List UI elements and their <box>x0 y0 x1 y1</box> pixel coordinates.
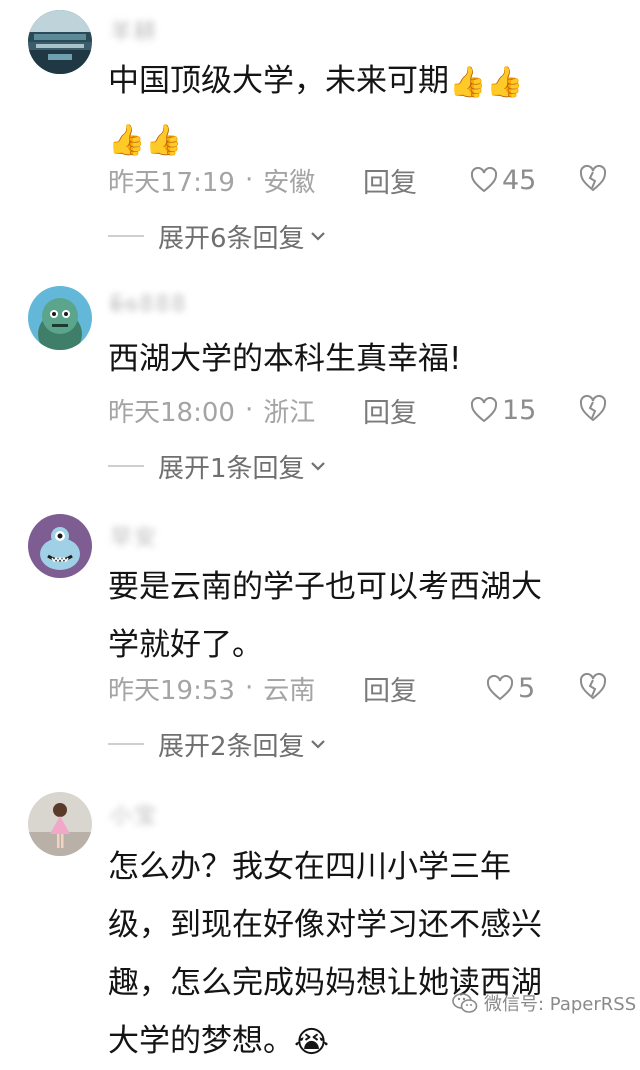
avatar[interactable] <box>28 10 92 74</box>
like-button[interactable]: 45 <box>470 165 536 196</box>
chevron-down-icon <box>310 462 325 471</box>
comment-meta: 昨天19:53 · 云南 回复 5 <box>108 668 608 708</box>
comment-text-line: 要是云南的学子也可以考西湖大 <box>108 569 542 605</box>
separator-dot: · <box>244 165 254 195</box>
expand-replies-label: 展开6条回复 <box>158 223 305 254</box>
username[interactable]: E̶s̶888 <box>110 292 187 317</box>
expand-replies-label: 展开2条回复 <box>158 731 305 762</box>
thumbs-up-emoji: 👍👍 <box>108 122 183 158</box>
expand-replies-button[interactable]: 展开1条回复 <box>108 446 327 486</box>
avatar[interactable] <box>28 514 92 578</box>
broken-heart-icon[interactable] <box>578 164 608 192</box>
username[interactable]: 羊耕 <box>110 14 158 46</box>
reply-button[interactable]: 回复 <box>363 669 417 708</box>
comment-text-line: 西湖大学的本科生真幸福! <box>108 341 462 377</box>
broken-heart-icon[interactable] <box>578 394 608 422</box>
expand-replies-button[interactable]: 展开2条回复 <box>108 724 327 764</box>
divider <box>108 743 144 745</box>
divider <box>108 235 144 237</box>
like-button[interactable]: 5 <box>486 673 535 704</box>
comment-text: 中国顶级大学，未来可期👍👍 👍👍 <box>108 52 608 168</box>
expand-replies-button[interactable]: 展开6条回复 <box>108 216 327 256</box>
comment-text: 西湖大学的本科生真幸福! <box>108 330 608 388</box>
divider <box>108 465 144 467</box>
comment-meta: 昨天17:19 · 安徽 回复 45 <box>108 160 608 200</box>
username[interactable]: 小宝 <box>110 798 158 830</box>
avatar[interactable] <box>28 286 92 350</box>
heart-outline-icon <box>486 675 514 701</box>
location: 云南 <box>263 675 316 706</box>
comment-text-line: 大学的梦想。 <box>108 1023 294 1059</box>
broken-heart-icon[interactable] <box>578 672 608 700</box>
comment-text-line: 怎么办？我女在四川小学三年 <box>108 849 511 885</box>
heart-outline-icon <box>470 397 498 423</box>
separator-dot: · <box>244 673 254 703</box>
avatar[interactable] <box>28 792 92 856</box>
avatar-image <box>28 286 92 350</box>
comment-text-line: 级，到现在好像对学习还不感兴 <box>108 907 542 943</box>
expand-replies-label: 展开1条回复 <box>158 453 305 484</box>
chevron-down-icon <box>310 232 325 241</box>
avatar-image <box>28 792 92 856</box>
username[interactable]: 早安 <box>110 520 158 552</box>
like-count: 5 <box>518 672 536 704</box>
chevron-down-icon <box>310 740 325 749</box>
heart-outline-icon <box>470 167 498 193</box>
avatar-image <box>28 10 92 74</box>
crying-face-emoji: 😭 <box>294 1024 330 1060</box>
like-button[interactable]: 15 <box>470 395 536 426</box>
thumbs-up-emoji: 👍👍 <box>449 64 524 100</box>
wechat-icon <box>452 993 478 1013</box>
location: 浙江 <box>263 397 316 428</box>
timestamp: 昨天19:53 <box>108 675 235 706</box>
separator-dot: · <box>244 395 254 425</box>
reply-button[interactable]: 回复 <box>363 391 417 430</box>
watermark: 微信号: PaperRSS <box>452 990 636 1016</box>
location: 安徽 <box>263 167 316 198</box>
comment-text: 怎么办？我女在四川小学三年 级，到现在好像对学习还不感兴 趣，怎么完成妈妈想让她… <box>108 838 608 1070</box>
avatar-image <box>28 514 92 578</box>
like-count: 45 <box>502 164 537 196</box>
watermark-text: 微信号: PaperRSS <box>484 994 637 1015</box>
comment-text-line: 学就好了。 <box>108 627 263 663</box>
timestamp: 昨天17:19 <box>108 167 235 198</box>
comment-text: 要是云南的学子也可以考西湖大 学就好了。 <box>108 558 608 674</box>
comment-text-line: 中国顶级大学，未来可期 <box>108 63 449 99</box>
like-count: 15 <box>502 394 537 426</box>
timestamp: 昨天18:00 <box>108 397 235 428</box>
comment-meta: 昨天18:00 · 浙江 回复 15 <box>108 390 608 430</box>
reply-button[interactable]: 回复 <box>363 161 417 200</box>
